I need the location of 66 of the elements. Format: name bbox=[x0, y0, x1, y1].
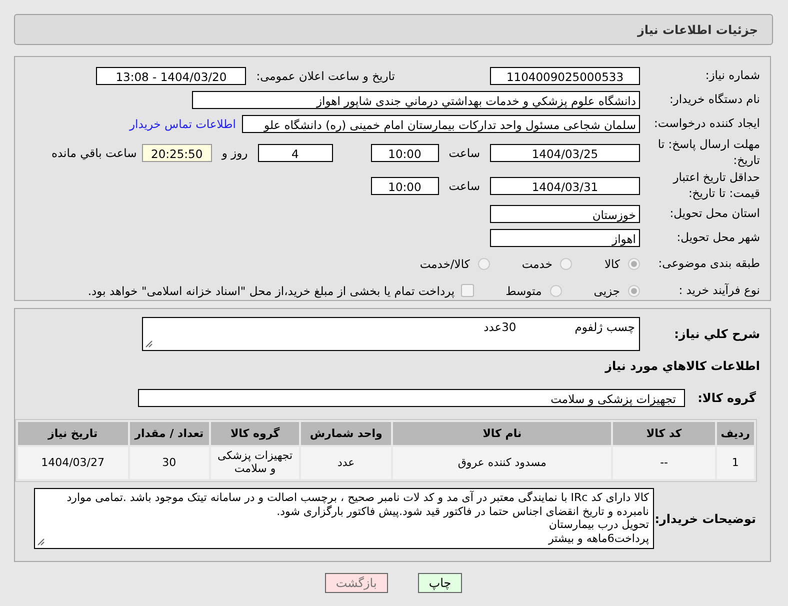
column-header: ردیف bbox=[716, 422, 754, 445]
column-header: کد کالا bbox=[613, 422, 715, 445]
countdown-field: 20:25:50 bbox=[142, 144, 212, 162]
column-header: تعداد / مقدار bbox=[130, 422, 209, 445]
notes-text: کالا دارای کد IRc با نمایندگی معتبر در آی مد و کد لات نامبر صحیح ، برچسب اصالت و در سامانه تیتک موجود باشد .تمامی موارد نامبرده و تاریخ انقضای اجناس حتما در فاکتور قید شود.پیش فاکتور بارگزاری شود. تحویل درب بیمارستان پرداخت6ماهه و بیشتر bbox=[66, 491, 649, 545]
column-header: واحد شمارش bbox=[301, 422, 391, 445]
table-cell: مسدود کننده عروق bbox=[392, 447, 612, 479]
radio-button[interactable] bbox=[550, 284, 562, 297]
column-header: نام کالا bbox=[392, 422, 612, 445]
field-label: شهر محل تحویل: bbox=[676, 230, 761, 246]
field-label: توضیحات خریدار: bbox=[654, 512, 757, 526]
column-header: گروه کالا bbox=[210, 422, 300, 445]
text-field[interactable]: 4 bbox=[258, 144, 333, 162]
field-label: شرح کلي نیاز: bbox=[673, 327, 761, 341]
column-header: تاریخ نیاز bbox=[18, 422, 128, 445]
radio-button[interactable] bbox=[628, 258, 640, 270]
field-label: حداقل تاریخ اعتبار قیمت: تا تاریخ: bbox=[672, 170, 761, 202]
radio-label: جزیی bbox=[594, 284, 620, 298]
text-field[interactable]: 10:00 bbox=[370, 144, 439, 162]
field-label: ساعت باقي مانده bbox=[52, 146, 137, 160]
text-field[interactable]: 1404/03/25 bbox=[490, 144, 640, 162]
table-cell: تجهیزات پزشکی و سلامت bbox=[210, 447, 300, 479]
checkbox[interactable] bbox=[460, 284, 474, 298]
field-label: روز و bbox=[222, 146, 248, 160]
field-label: شماره نیاز: bbox=[704, 68, 761, 84]
page-title: جزئیات اطلاعات نیاز bbox=[637, 22, 758, 36]
radio-label: خدمت bbox=[522, 256, 552, 271]
text-field[interactable]: 1404/03/31 bbox=[490, 176, 640, 195]
table-cell: 1404/03/27 bbox=[18, 447, 128, 479]
text-field[interactable]: دانشگاه علوم پزشكي و خدمات بهداشتي درماني جندی شاپور اهواز bbox=[192, 91, 640, 109]
notes-field[interactable] bbox=[34, 488, 654, 549]
text-field[interactable]: سلمان شجاعی مسئول واحد تدارکات بیمارستان امام خمینی (ره) دانشگاه علو bbox=[242, 115, 640, 133]
text-field[interactable]: تجهیزات پزشکی و سلامت bbox=[138, 389, 685, 407]
section-heading: اطلاعات کالاهاي مورد نیاز bbox=[604, 359, 761, 373]
field-label: گروه کالا: bbox=[696, 391, 757, 405]
table-cell: 30 bbox=[130, 447, 209, 479]
radio-label: متوسط bbox=[506, 284, 542, 298]
description-field[interactable]: چسب ژلفوم 30عدد bbox=[142, 317, 640, 351]
field-label: طبقه بندی موضوعی: bbox=[657, 256, 761, 272]
radio-label: کالا/خدمت bbox=[420, 256, 470, 271]
radio-button[interactable] bbox=[560, 258, 572, 270]
table-cell: عدد bbox=[301, 447, 391, 479]
field-label: نام دستگاه خریدار: bbox=[668, 92, 761, 108]
table-cell: 1 bbox=[716, 447, 754, 479]
text-field[interactable]: 10:00 bbox=[370, 176, 439, 195]
field-label: استان محل تحویل: bbox=[668, 206, 761, 222]
text-field[interactable]: 1104009025000533 bbox=[490, 67, 640, 85]
radio-button[interactable] bbox=[628, 284, 640, 297]
field-label: ایجاد کننده درخواست: bbox=[653, 116, 761, 132]
buyer-contact-link[interactable]: اطلاعات تماس خریدار bbox=[129, 117, 236, 131]
text-field[interactable]: خوزستان bbox=[490, 205, 640, 224]
text-field[interactable]: اهواز bbox=[490, 229, 640, 248]
text-field[interactable]: 1404/03/20 - 13:08 bbox=[96, 67, 246, 85]
table-cell: -- bbox=[613, 447, 715, 479]
radio-label: کالا bbox=[604, 256, 620, 271]
back-button[interactable]: بازگشت bbox=[324, 573, 388, 593]
radio-button[interactable] bbox=[478, 258, 490, 270]
field-label: تاریخ و ساعت اعلان عمومی: bbox=[256, 69, 395, 83]
field-label: ساعت bbox=[448, 178, 480, 193]
field-label: نوع فرآیند خرید : bbox=[678, 282, 761, 298]
checkbox-label: پرداخت تمام یا بخشی از مبلغ خرید،از محل "اسناد خزانه اسلامی" خواهد بود. bbox=[88, 284, 455, 298]
resize-grip-icon[interactable] bbox=[37, 538, 45, 546]
resize-grip-icon[interactable] bbox=[145, 340, 153, 348]
field-label: ساعت bbox=[448, 146, 480, 160]
print-button[interactable]: چاپ bbox=[418, 573, 462, 593]
field-label: مهلت ارسال پاسخ: تا تاریخ: bbox=[656, 137, 761, 168]
